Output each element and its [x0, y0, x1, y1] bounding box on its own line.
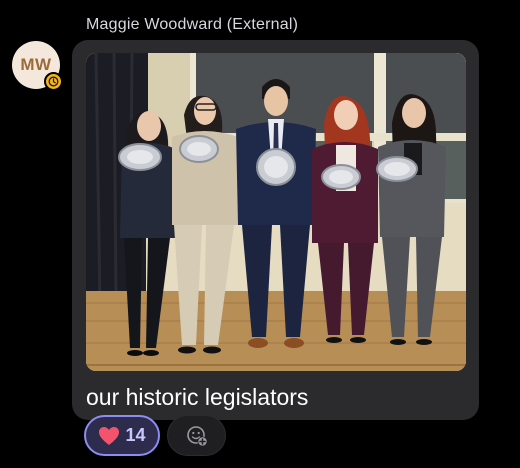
avatar[interactable]: MW — [12, 41, 63, 91]
heart-reaction-button[interactable]: 14 — [84, 415, 160, 456]
heart-icon — [99, 426, 120, 445]
heart-reaction-count: 14 — [125, 425, 146, 445]
avatar-initials: MW — [20, 55, 52, 74]
chat-message-view: Maggie Woodward (External) MW our histor… — [0, 0, 520, 468]
message-photo[interactable] — [86, 53, 466, 371]
add-reaction-icon — [186, 425, 207, 446]
clock-icon — [48, 76, 59, 87]
message-caption: our historic legislators — [86, 384, 309, 410]
sender-name[interactable]: Maggie Woodward (External) — [86, 14, 298, 36]
add-reaction-button[interactable] — [167, 415, 226, 456]
status-badge — [44, 72, 63, 91]
photo-illustration — [86, 53, 466, 371]
